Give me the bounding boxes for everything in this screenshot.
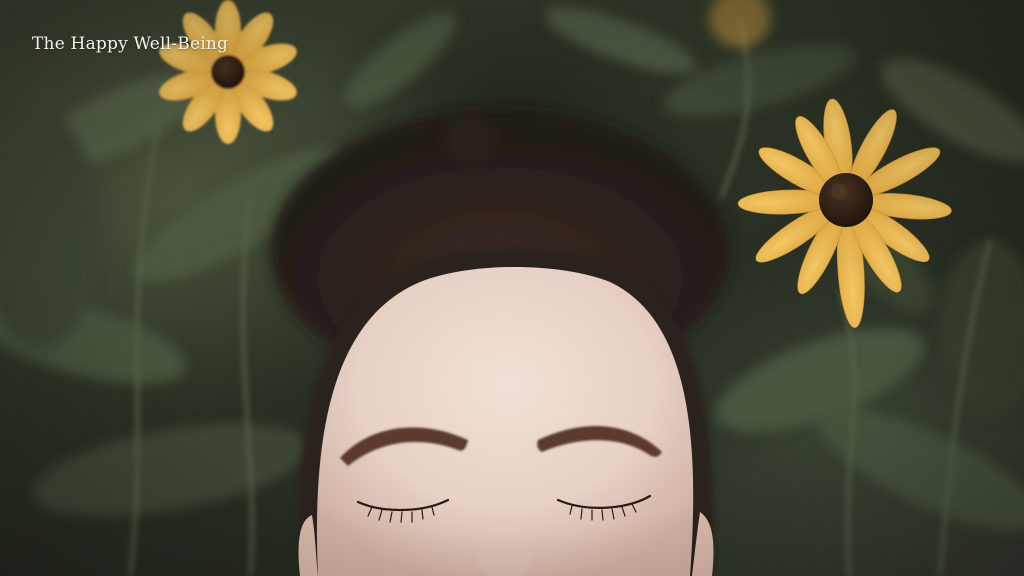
black-eyed-susan-icon bbox=[159, 0, 297, 144]
site-title: The Happy Well-Being bbox=[32, 34, 229, 54]
hero-photo: The Happy Well-Being bbox=[0, 0, 1024, 576]
background-photo bbox=[0, 0, 1024, 576]
